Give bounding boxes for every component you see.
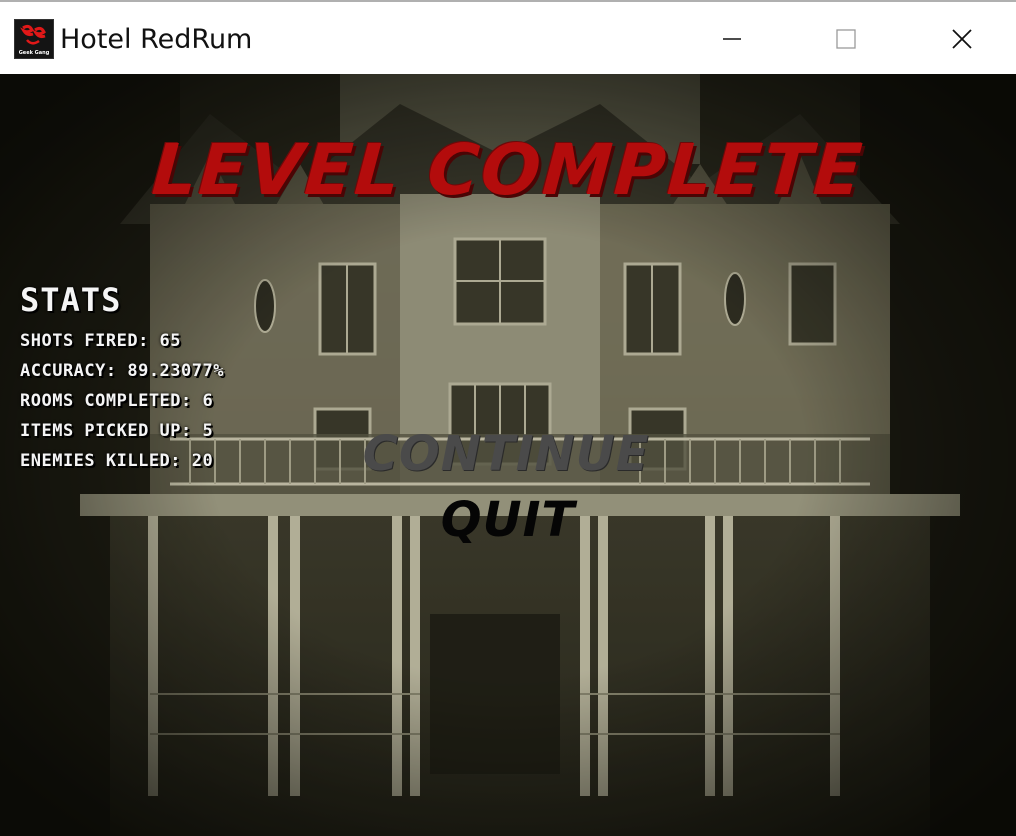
- continue-button[interactable]: CONTINUE: [0, 426, 1012, 482]
- stat-rooms-completed: ROOMS COMPLETED: 6: [20, 391, 214, 411]
- minimize-button[interactable]: [674, 4, 790, 74]
- title-bar[interactable]: Geek Gang Hotel RedRum: [0, 0, 1016, 74]
- stat-accuracy: ACCURACY: 89.23077%: [20, 361, 224, 381]
- maximize-button[interactable]: [788, 4, 904, 74]
- close-button[interactable]: [904, 4, 1016, 74]
- close-icon: [952, 29, 972, 49]
- logo-text: Geek Gang: [19, 50, 50, 56]
- maximize-icon: [836, 29, 856, 49]
- quit-button[interactable]: QUIT: [0, 492, 1016, 548]
- level-complete-title: LEVEL COMPLETE: [149, 129, 867, 211]
- game-screen: LEVEL COMPLETE STATS SHOTS FIRED: 65 ACC…: [0, 74, 1016, 836]
- stat-shots-fired: SHOTS FIRED: 65: [20, 331, 182, 351]
- app-window: Geek Gang Hotel RedRum LEVEL COMPLETE ST…: [0, 0, 1016, 836]
- stats-heading: STATS: [20, 281, 122, 319]
- window-title: Hotel RedRum: [60, 24, 253, 55]
- geek-gang-logo-icon: Geek Gang: [14, 19, 54, 59]
- minimize-icon: [723, 38, 741, 40]
